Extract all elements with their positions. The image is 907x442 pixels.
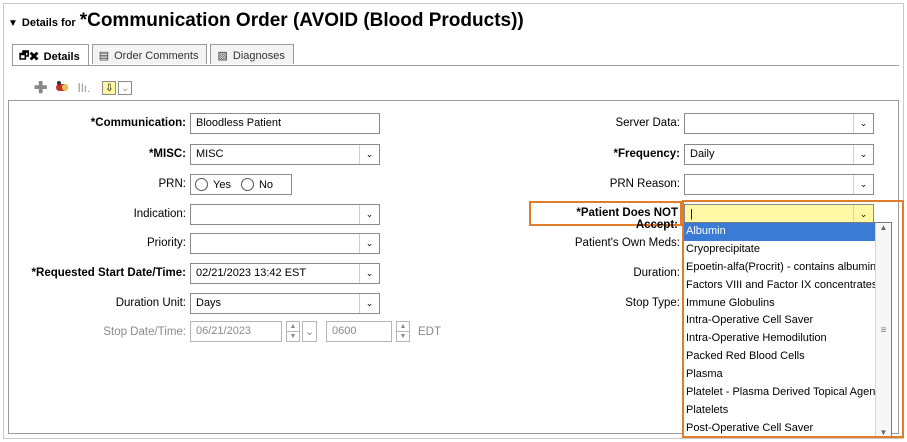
details-for-label: Details for [21, 17, 76, 29]
tab-details-label: Details [43, 50, 80, 63]
tab-order-comments[interactable]: ▤ Order Comments [91, 44, 208, 64]
misc-value: MISC [196, 148, 224, 160]
priority-label: Priority: [147, 237, 186, 249]
chevron-down-icon[interactable]: ⌄ [853, 145, 873, 164]
chevron-down-icon[interactable]: ⌄ [359, 234, 379, 253]
stop-date-dropdown[interactable]: ⌄ [302, 321, 317, 342]
chevron-down-icon[interactable]: ⌄ [359, 145, 379, 164]
frequency-value: Daily [690, 148, 715, 160]
duration-label: Duration: [633, 267, 680, 279]
chevron-down-icon[interactable]: ⌄ [853, 114, 873, 133]
stop-type-label: Stop Type: [625, 297, 680, 309]
prn-no-label[interactable]: No [259, 179, 273, 191]
indication-label: Indication: [133, 208, 186, 220]
spin-up-icon[interactable]: ▲ [397, 322, 409, 331]
misc-select[interactable]: MISC ⌄ [190, 144, 380, 165]
chevron-down-icon[interactable]: ⌄ [118, 81, 133, 95]
dropdown-highlight [682, 200, 904, 438]
collapse-arrow-icon[interactable]: ▼ [8, 18, 18, 29]
start-datetime-select[interactable]: 02/21/2023 13:42 EST ⌄ [190, 263, 380, 284]
start-datetime-label: *Requested Start Date/Time: [31, 267, 186, 279]
chevron-down-icon[interactable]: ⌄ [853, 175, 873, 194]
spin-down-icon[interactable]: ▼ [287, 331, 299, 341]
prn-no-radio[interactable] [240, 178, 254, 191]
chevron-down-icon[interactable]: ⌄ [305, 326, 314, 338]
indication-select[interactable]: ⌄ [190, 204, 380, 225]
prn-reason-select[interactable]: ⌄ [684, 174, 874, 195]
stop-time-spinner[interactable]: ▲ ▼ [396, 321, 410, 342]
stop-timezone: EDT [418, 326, 441, 338]
comments-icon: ▤ [98, 50, 110, 62]
start-datetime-value: 02/21/2023 13:42 EST [196, 267, 307, 279]
add-icon[interactable]: ✚ [34, 78, 47, 98]
spin-down-icon[interactable]: ▼ [397, 331, 409, 341]
medication-icon[interactable] [55, 80, 69, 97]
priority-select[interactable]: ⌄ [190, 233, 380, 254]
chart-bars-icon[interactable]: Ⅰlı. [77, 81, 90, 95]
chevron-down-icon[interactable]: ⌄ [359, 264, 379, 283]
prn-reason-label: PRN Reason: [609, 178, 680, 190]
tab-diagnoses-label: Diagnoses [232, 49, 285, 62]
details-icon: 🗗✖ [19, 50, 39, 62]
tab-details[interactable]: 🗗✖ Details [12, 44, 89, 66]
prn-yes-radio[interactable] [195, 178, 208, 191]
duration-unit-label: Duration Unit: [115, 297, 186, 309]
diagnoses-icon: ▨ [217, 50, 228, 62]
chevron-down-icon[interactable]: ⌄ [359, 294, 379, 313]
communication-field[interactable]: Bloodless Patient [190, 113, 380, 134]
tab-divider [12, 65, 899, 66]
duration-unit-select[interactable]: Days ⌄ [190, 293, 380, 314]
stop-time-field[interactable]: 0600 [326, 321, 392, 342]
prn-label: PRN: [158, 178, 186, 190]
tab-diagnoses[interactable]: ▨ Diagnoses [210, 44, 294, 64]
duration-unit-value: Days [196, 297, 222, 309]
stop-datetime-label: Stop Date/Time: [103, 326, 186, 338]
communication-label: *Communication: [90, 117, 186, 129]
move-down-icon[interactable]: ⇩ [102, 81, 117, 95]
toolbar: ✚ Ⅰlı. ⇩ ⌄ [34, 78, 133, 98]
tab-order-comments-label: Order Comments [114, 49, 199, 62]
prn-yes-label[interactable]: Yes [213, 179, 231, 191]
chevron-down-icon[interactable]: ⌄ [359, 205, 379, 224]
spin-up-icon[interactable]: ▲ [287, 322, 299, 331]
tab-strip: 🗗✖ Details ▤ Order Comments ▨ Diagnoses [12, 44, 297, 66]
order-title: *Communication Order (AVOID (Blood Produ… [79, 10, 524, 31]
frequency-select[interactable]: Daily ⌄ [684, 144, 874, 165]
prn-radio-group: Yes No [190, 174, 292, 195]
server-data-select[interactable]: ⌄ [684, 113, 874, 134]
misc-label: *MISC: [148, 148, 186, 160]
not-accept-label: *Patient Does NOT Accept: [576, 207, 678, 231]
stop-date-field[interactable]: 06/21/2023 [190, 321, 282, 342]
stop-date-spinner[interactable]: ▲ ▼ [286, 321, 300, 342]
title-bar: ▼ Details for *Communication Order (AVOI… [8, 10, 524, 34]
frequency-label: *Frequency: [613, 148, 680, 160]
server-data-label: Server Data: [615, 117, 680, 129]
own-meds-label: Patient's Own Meds: [574, 237, 680, 249]
